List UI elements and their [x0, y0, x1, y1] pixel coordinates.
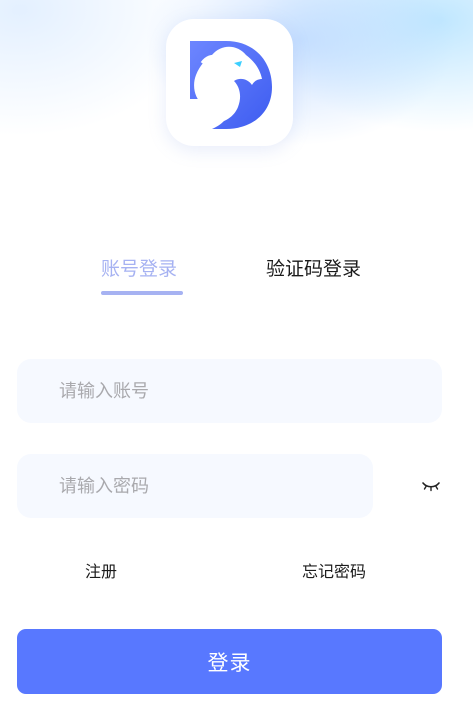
tab-account-login[interactable]: 账号登录	[101, 256, 177, 282]
app-logo	[166, 19, 293, 146]
dragon-d-logo-icon	[190, 41, 272, 129]
tab-code-login[interactable]: 验证码登录	[266, 256, 361, 282]
register-link[interactable]: 注册	[85, 561, 117, 583]
password-input[interactable]	[59, 454, 355, 518]
active-tab-indicator	[101, 291, 183, 295]
forgot-password-link[interactable]: 忘记密码	[302, 561, 366, 583]
login-button[interactable]: 登录	[17, 629, 442, 694]
password-field[interactable]	[17, 454, 373, 518]
account-field[interactable]	[17, 359, 442, 423]
eye-closed-icon[interactable]	[421, 479, 441, 493]
account-input[interactable]	[59, 359, 424, 423]
